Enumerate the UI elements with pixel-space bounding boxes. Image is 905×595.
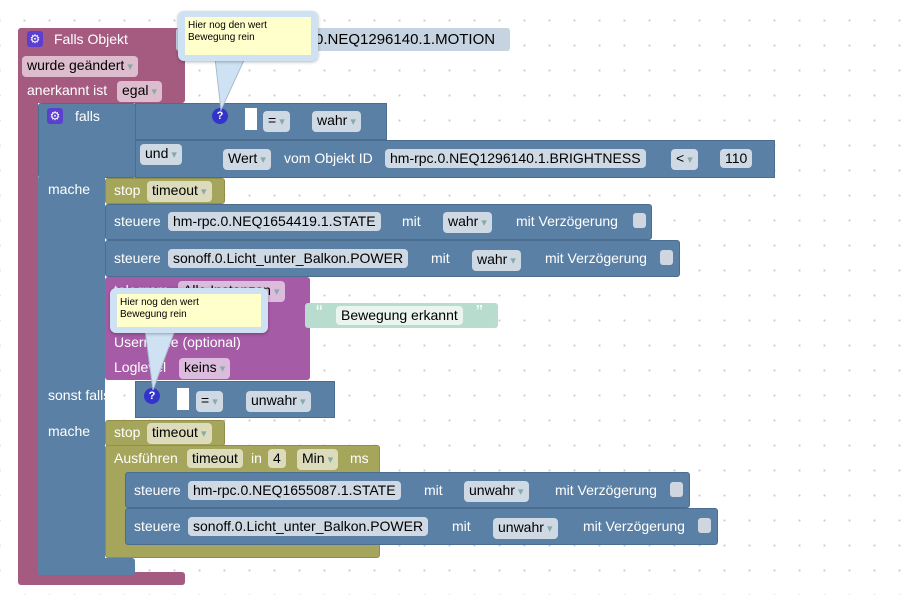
comment-bubble-1[interactable]: Hier nog den wert Bewegung rein: [178, 11, 318, 61]
comment-text[interactable]: Hier nog den wert Bewegung rein: [117, 294, 261, 327]
comment-bubble-2[interactable]: Hier nog den wert Bewegung rein: [110, 288, 268, 333]
blockly-workspace[interactable]: ⚙ Falls Objekt 0.NEQ1296140.1.MOTION wur…: [0, 0, 905, 595]
comment-text[interactable]: Hier nog den wert Bewegung rein: [185, 17, 311, 55]
